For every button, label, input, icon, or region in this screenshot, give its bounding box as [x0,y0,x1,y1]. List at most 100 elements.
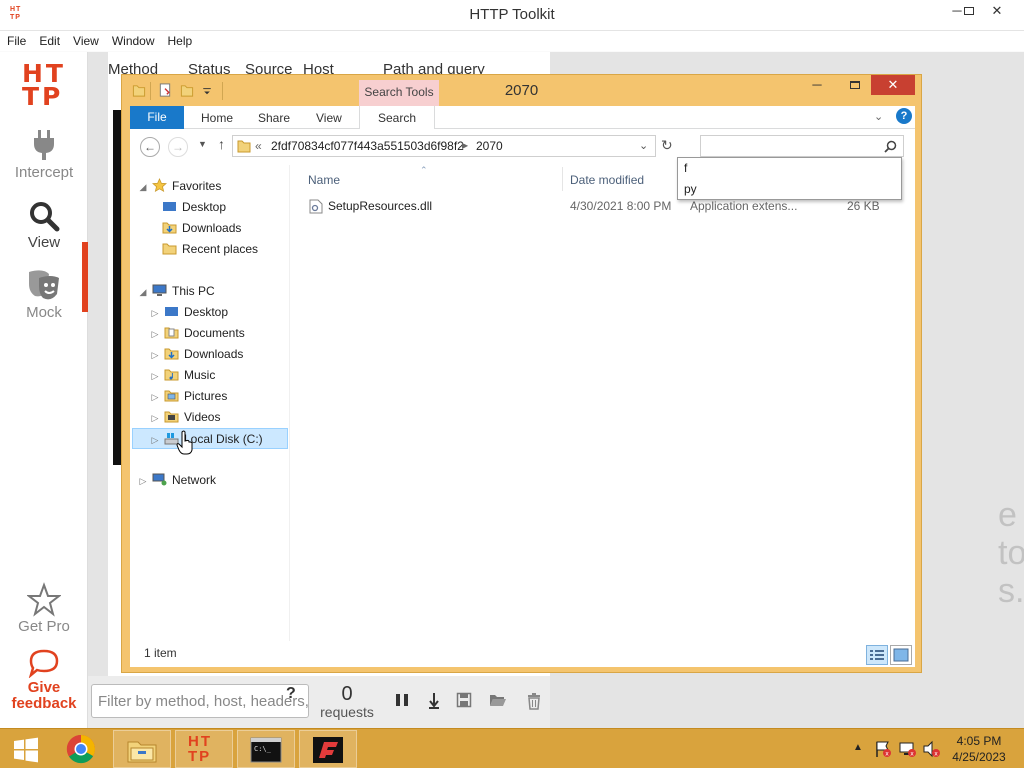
desktop-icon [164,304,179,317]
taskbar-http-toolkit[interactable]: HT TP [175,730,233,768]
expand-arrow-icon[interactable]: ▷ [150,303,160,324]
taskbar-chrome[interactable] [52,730,110,768]
menu-view[interactable]: View [66,31,105,48]
pause-icon[interactable] [393,692,411,710]
nav-view-label: View [27,234,61,251]
breadcrumb-parent[interactable]: 2fdf70834cf077f443a551503d6f98f2 [271,136,464,156]
tree-network-label: Network [172,473,217,487]
taskbar-file-explorer[interactable] [113,730,171,768]
ribbon-tab-home[interactable]: Home [201,106,233,129]
star-icon [27,582,61,617]
status-bar: 1 item [130,641,915,667]
refresh-icon[interactable]: ↻ [661,137,673,154]
collapse-arrow-icon[interactable]: ◢ [138,282,148,303]
clock-date[interactable]: 4/25/2023 [948,750,1010,764]
breadcrumb-overflow[interactable]: « [255,136,262,156]
large-icons-view-button[interactable] [890,645,912,665]
network-status-icon[interactable]: x [898,740,916,758]
tree-favorites-label: Favorites [172,179,222,193]
tree-item-pictures[interactable]: ▷ Pictures [150,386,228,408]
ribbon-tab-search[interactable]: Search [359,106,436,129]
nav-intercept-label: Intercept [14,164,74,181]
details-view-button[interactable] [866,645,888,665]
scroll-to-bottom-icon[interactable] [425,692,443,710]
address-bar[interactable]: « 2fdf70834cf077f443a551503d6f98f2 ▶ 207… [232,135,656,157]
tree-item-label: Downloads [184,347,244,361]
expand-arrow-icon[interactable]: ▷ [150,366,160,387]
tree-this-pc[interactable]: ◢ This PC [138,281,215,302]
svg-text:x: x [885,751,889,758]
nav-mock[interactable]: Mock [0,268,88,321]
close-button[interactable]: ✕ [980,0,1014,24]
forward-button[interactable]: → [168,137,188,157]
search-suggestion[interactable]: py [678,179,901,200]
expand-arrow-icon[interactable]: ▷ [150,408,160,429]
menu-window[interactable]: Window [105,31,161,48]
start-button[interactable] [2,730,50,768]
taskbar-command-prompt[interactable]: C:\_ [237,730,295,768]
expand-arrow-icon[interactable]: ▷ [150,324,160,345]
expand-arrow-icon[interactable]: ▷ [150,387,160,408]
tree-item-music[interactable]: ▷ Music [150,365,216,387]
expand-arrow-icon[interactable]: ▷ [150,345,160,366]
tree-item-local-disk-c[interactable]: ▷ Local Disk (C:) [132,428,288,449]
column-divider[interactable] [562,167,563,191]
menu-file[interactable]: File [0,31,32,48]
save-icon[interactable] [455,692,473,710]
column-name[interactable]: Name [308,173,340,187]
tree-network[interactable]: ▷ Network [138,470,216,491]
tree-item-documents[interactable]: ▷ Documents [150,323,245,344]
address-dropdown-icon[interactable]: ⌄ [639,136,648,156]
explorer-minimize-button[interactable]: ─ [802,75,832,95]
ribbon-tab-file[interactable]: File [130,106,184,129]
filter-input[interactable]: Filter by method, host, headers, s [91,684,309,718]
nav-view[interactable]: View [0,198,88,251]
explorer-maximize-button[interactable] [840,75,870,95]
http-toolkit-logo[interactable]: HT TP [22,61,74,109]
nav-intercept[interactable]: Intercept [0,128,88,181]
search-input[interactable] [700,135,904,157]
menu-edit[interactable]: Edit [32,31,66,48]
collapse-arrow-icon[interactable]: ◢ [138,177,148,198]
details-view-icon [870,650,884,660]
chrome-icon [66,734,95,764]
tree-item-fav-desktop[interactable]: Desktop [162,197,226,218]
nav-get-pro[interactable]: Get Pro [0,582,88,635]
tree-item-videos[interactable]: ▷ Videos [150,407,221,429]
tree-favorites[interactable]: ◢ Favorites [138,176,221,197]
expand-arrow-icon[interactable]: ▷ [150,430,160,451]
up-arrow-icon[interactable]: ↑ [218,136,225,152]
empty-state-line1: e to [998,496,1024,572]
breadcrumb-separator-icon[interactable]: ▶ [462,136,468,156]
search-suggestion[interactable]: f [678,158,901,179]
column-date-modified[interactable]: Date modified [570,173,644,187]
tree-item-pc-desktop[interactable]: ▷ Desktop [150,302,229,324]
recent-locations-icon[interactable]: ▼ [198,139,207,149]
tree-item-recent-places[interactable]: Recent places [162,239,258,260]
videos-folder-icon [164,409,179,423]
open-folder-icon[interactable] [489,692,507,710]
tree-item-downloads[interactable]: ▷ Downloads [150,344,244,366]
tree-item-label: Pictures [184,389,228,403]
tree-item-fav-downloads[interactable]: Downloads [162,218,241,239]
filter-help-icon[interactable]: ? [286,685,296,703]
plug-icon [34,130,54,160]
volume-muted-icon[interactable]: x [922,740,940,758]
ribbon-tab-view[interactable]: View [316,106,342,129]
ribbon-tab-share[interactable]: Share [258,106,290,129]
menu-help[interactable]: Help [161,31,199,48]
maximize-button[interactable] [946,0,980,24]
help-icon[interactable]: ? [896,108,912,124]
explorer-close-button[interactable]: ✕ [871,75,915,95]
clock-time[interactable]: 4:05 PM [948,734,1010,748]
action-center-flag-icon[interactable]: x [874,740,892,758]
back-button[interactable]: ← [140,137,160,157]
file-date-modified: 4/30/2021 8:00 PM [570,199,672,213]
taskbar-flare-app[interactable] [299,730,357,768]
show-hidden-icons-icon[interactable]: ▲ [853,742,863,753]
expand-arrow-icon[interactable]: ▷ [138,471,148,492]
breadcrumb-current[interactable]: 2070 [476,136,503,156]
trash-icon[interactable] [525,692,543,710]
give-feedback-button[interactable]: Give feedback [0,648,88,712]
expand-ribbon-icon[interactable]: ⌄ [874,110,883,123]
